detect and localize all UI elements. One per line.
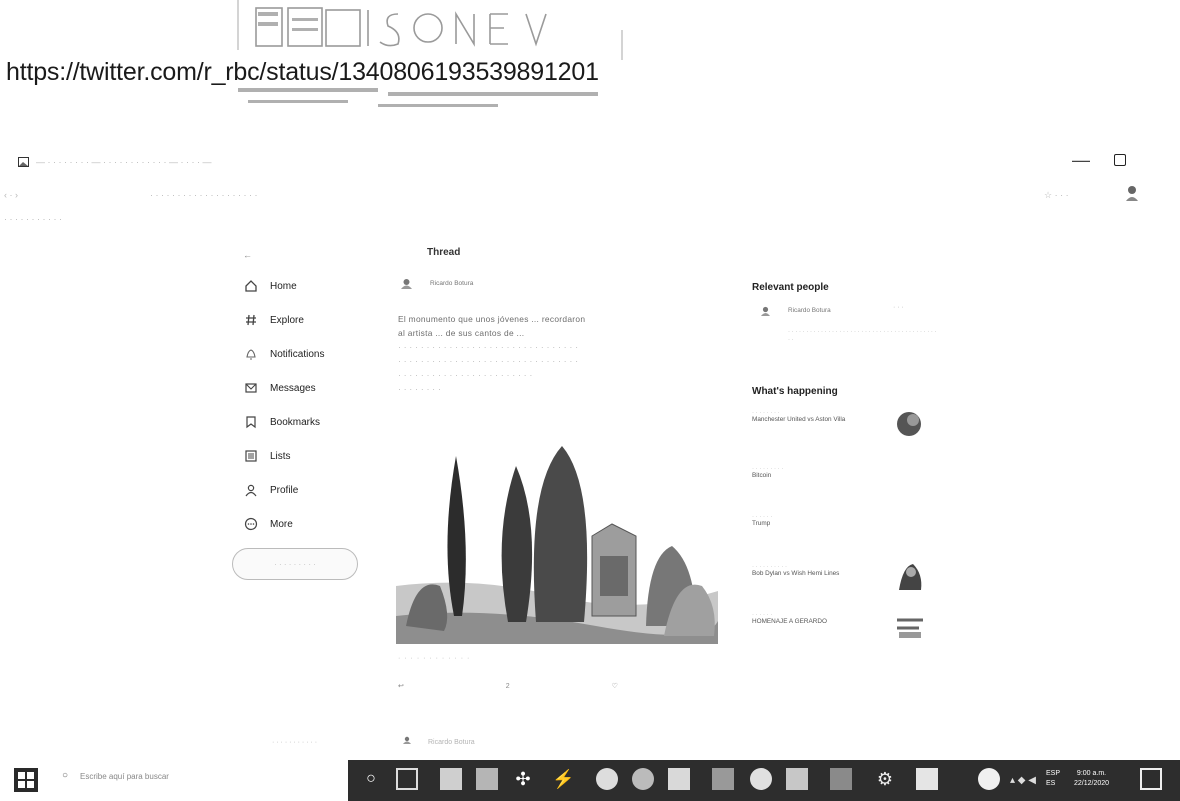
trend-item[interactable]: · · · · · · · · · · Bob Dylan vs Wish He… [752,564,839,577]
trend-thumbnail [893,608,927,642]
search-icon[interactable]: ○ [62,770,68,781]
nav-label-home: Home [270,280,297,292]
nav-item-notifications[interactable]: Notifications [244,346,324,362]
gear-icon[interactable]: ⚙ [874,768,896,790]
tweet-line-faded: · · · · · · · · · · · · · · · · · · · · … [398,356,579,366]
nav-label-explore: Explore [270,314,304,326]
nav-item-home[interactable]: Home [244,278,297,294]
task-view-icon[interactable] [396,768,418,790]
nav-label-more: More [270,518,293,530]
tweet-actions[interactable]: ↩ 2 ♡ [398,682,668,690]
cortana-icon[interactable]: ○ [360,768,382,790]
nav-item-profile[interactable]: Profile [244,482,298,498]
nav-item-explore[interactable]: Explore [244,312,304,328]
person-name[interactable]: Ricardo Botura [788,307,831,314]
thread-title: Thread [427,247,461,258]
whats-happening-heading: What's happening [752,386,838,397]
app-icon[interactable] [786,768,808,790]
author-avatar-small [403,736,411,744]
language-indicator[interactable]: ESP ES [1046,769,1060,789]
nav-arrows-icon[interactable]: ‹ · › [4,190,18,200]
more-icon [244,517,258,531]
trend-title: Trump [752,520,771,527]
app-icon[interactable] [916,768,938,790]
power-icon[interactable]: ⚡ [552,768,574,790]
app-icon[interactable] [712,768,734,790]
app-icon[interactable] [668,768,690,790]
restore-button[interactable] [1114,154,1126,166]
bookmarks-bar[interactable]: · · · · · · · · · · · [4,214,62,224]
app-icon[interactable] [476,768,498,790]
star-icon[interactable]: ☆ · · · [1044,190,1069,201]
taskbar-search[interactable]: Escribe aquí para buscar [80,772,169,781]
tweet-line: al artista ... de sus cantos de ... [398,328,525,338]
profile-avatar[interactable] [1124,184,1140,202]
bottom-text: · · · · · · · · · · · [272,739,318,746]
person-bio: · · · · · · · · · · · · · · · · · · · · … [788,329,937,343]
chrome-icon[interactable] [632,768,654,790]
author-name[interactable]: Ricardo Botura [430,280,473,287]
back-arrow-icon[interactable]: ← [243,250,252,260]
nav-item-messages[interactable]: Messages [244,380,316,396]
list-icon [245,450,257,462]
trend-title: HOMENAJE A GERARDO [752,618,827,625]
browser-icon[interactable] [596,768,618,790]
tweet-button[interactable]: · · · · · · · · · [232,548,358,580]
nav-label-lists: Lists [270,450,291,462]
author-avatar[interactable] [400,278,413,289]
trend-item[interactable]: · · · · · · · · · Bitcoin [752,466,783,479]
mail-icon [245,383,257,393]
trend-title: Bitcoin [752,472,772,479]
nav-label-bookmarks: Bookmarks [270,416,321,428]
dropbox-icon[interactable]: ✣ [512,768,534,790]
clock-time: 9:00 a.m. [1076,770,1107,777]
trend-item[interactable]: · · · · · · HOMENAJE A GERARDO [752,612,827,625]
bookmark-icon [246,416,256,429]
home-icon [245,280,257,292]
address-bar[interactable]: · · · · · · · · · · · · · · · · · · · · [150,190,257,200]
trend-item[interactable]: · · · · · · Trump [752,514,772,527]
follow-button[interactable]: · · · [893,304,904,311]
person-icon [245,484,257,497]
tweet-line: El monumento que unos jóvenes ... record… [398,314,586,324]
clock-date: 22/12/2020 [1074,780,1110,787]
tweet-line-faded: · · · · · · · · · · · · · · · · · · · · … [398,342,579,352]
nav-label-notifications: Notifications [270,348,325,360]
trend-thumbnail [893,408,927,442]
app-icon[interactable] [440,768,462,790]
windows-icon [18,772,34,788]
nav-label-profile: Profile [270,484,299,496]
trend-item[interactable]: · · · · · · · · Manchester United vs Ast… [752,410,845,423]
nav-item-lists[interactable]: Lists [244,448,291,464]
tweet-meta: · · · · · · · · · · · · [398,655,471,662]
tray-icons[interactable]: ▴ ◆ ◀ [1010,775,1036,786]
chat-icon[interactable] [750,768,772,790]
trend-title: Bob Dylan vs Wish Hemi Lines [752,570,840,577]
start-button[interactable] [14,768,38,792]
trend-thumbnail [893,560,927,594]
lang-code-2: ES [1046,780,1056,787]
bottom-author: Ricardo Botura [428,739,475,746]
tweet-text: El monumento que unos jóvenes ... record… [398,312,718,396]
source-url: https://twitter.com/r_rbc/status/1340806… [6,58,599,86]
browser-tab-title[interactable]: — · · · · · · · · — · · · · · · · · · · … [36,157,211,167]
page-icon [18,157,29,167]
minimize-button[interactable]: — [1072,150,1090,171]
nav-item-more[interactable]: More [244,516,293,532]
tweet-photo[interactable] [396,426,718,644]
relevant-people-heading: Relevant people [752,282,829,293]
bell-icon [246,349,256,360]
user-icon[interactable] [978,768,1000,790]
hash-icon [246,314,256,326]
lang-code: ESP [1046,770,1061,777]
nav-item-bookmarks[interactable]: Bookmarks [244,414,320,430]
app-icon[interactable] [830,768,852,790]
clock[interactable]: 9:00 a.m. 22/12/2020 [1074,769,1109,789]
tweet-line-faded: · · · · · · · · · · · · · · · · · · · · … [398,370,533,380]
person-avatar[interactable] [760,306,771,316]
notifications-icon[interactable] [1140,768,1162,790]
tweet-line-faded: · · · · · · · · [398,384,442,394]
nav-label-messages: Messages [270,382,316,394]
trend-title: Manchester United vs Aston Villa [752,416,846,423]
